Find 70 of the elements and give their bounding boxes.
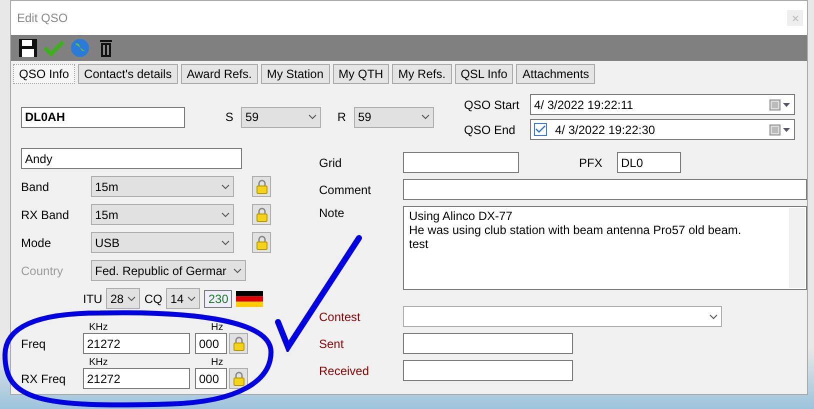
chevron-down-icon (233, 268, 242, 274)
dropdown[interactable]: 15m (91, 176, 234, 197)
chevron-down-icon (127, 296, 136, 302)
field-label: RX Band (21, 208, 70, 222)
itu-label: ITU (83, 292, 102, 306)
qso-start-field[interactable]: 4/ 3/2022 19:22:11 (530, 94, 795, 115)
dropdown[interactable]: 15m (91, 204, 234, 225)
text-field[interactable] (403, 360, 573, 381)
rst-select[interactable]: 59 (241, 106, 322, 128)
text-field[interactable] (403, 333, 573, 354)
window-title: Edit QSO (17, 11, 68, 25)
hz-field[interactable]: 000 (195, 368, 227, 389)
tab[interactable]: My QTH (332, 64, 390, 84)
field-label: Note (319, 206, 346, 220)
cq-label: CQ (144, 292, 162, 306)
contest-dropdown[interactable] (403, 306, 722, 327)
hz-field[interactable]: 000 (195, 333, 227, 354)
itu-dropdown[interactable]: 28 (106, 288, 140, 309)
pfx-label: PFX (579, 156, 604, 170)
unit-label: KHz (89, 322, 109, 333)
calendar-icon[interactable] (769, 98, 791, 110)
chevron-down-icon (187, 296, 196, 302)
qso-end-label: QSO End (464, 122, 516, 136)
tab[interactable]: QSL Info (454, 64, 514, 84)
grid-label: Grid (319, 156, 343, 170)
grid-field[interactable] (403, 152, 519, 173)
dxcc-number: 230 (204, 290, 232, 308)
unit-label: Hz (211, 322, 224, 333)
khz-field[interactable]: 21272 (83, 333, 190, 354)
freq-label: RX Freq (21, 372, 67, 386)
chevron-down-icon (221, 240, 230, 246)
comment-field[interactable] (403, 179, 807, 200)
country-label: Country (21, 264, 64, 278)
field-label: Comment (319, 182, 372, 196)
callsign-field[interactable]: DL0AH (21, 106, 186, 128)
chevron-down-icon (709, 314, 718, 320)
calendar-icon[interactable] (769, 124, 791, 136)
qso-end-field[interactable]: 4/ 3/2022 19:22:30 (530, 119, 795, 140)
chevron-down-icon (421, 114, 430, 120)
unit-label: Hz (211, 357, 224, 368)
tab[interactable]: Award Refs. (180, 64, 258, 84)
save-icon[interactable] (17, 37, 39, 59)
tab[interactable]: My Refs. (392, 64, 452, 84)
field-label: Band (21, 180, 50, 194)
tab[interactable]: My Station (260, 64, 330, 84)
khz-field[interactable]: 21272 (83, 368, 190, 389)
note-field[interactable]: Using Alinco DX-77 He was using club station with beam antenna Pro57 old beam. test (403, 206, 807, 290)
chevron-down-icon (221, 184, 230, 190)
lock-button[interactable] (229, 368, 248, 389)
unit-label: KHz (89, 357, 109, 368)
cq-dropdown[interactable]: 14 (166, 288, 200, 309)
field-label: Received (319, 364, 370, 378)
rst-label: R (337, 110, 346, 124)
tab[interactable]: QSO Info (13, 64, 76, 84)
field-label: Sent (319, 336, 345, 350)
tab[interactable]: Contact's details (78, 64, 178, 84)
rst-select[interactable]: 59 (354, 106, 434, 128)
rst-label: S (225, 110, 234, 124)
pfx-field[interactable]: DL0 (617, 152, 681, 173)
checkbox[interactable] (534, 123, 547, 136)
dropdown[interactable]: USB (91, 232, 234, 253)
field-label: Contest (319, 310, 362, 324)
chevron-down-icon (308, 114, 318, 120)
flag-icon (236, 290, 264, 306)
name-field[interactable]: Andy (21, 148, 242, 169)
freq-label: Freq (21, 336, 47, 350)
qso-start-label: QSO Start (464, 98, 520, 112)
chevron-down-icon (221, 212, 230, 218)
field-label: Mode (21, 236, 52, 250)
tab[interactable]: Attachments (516, 64, 596, 84)
